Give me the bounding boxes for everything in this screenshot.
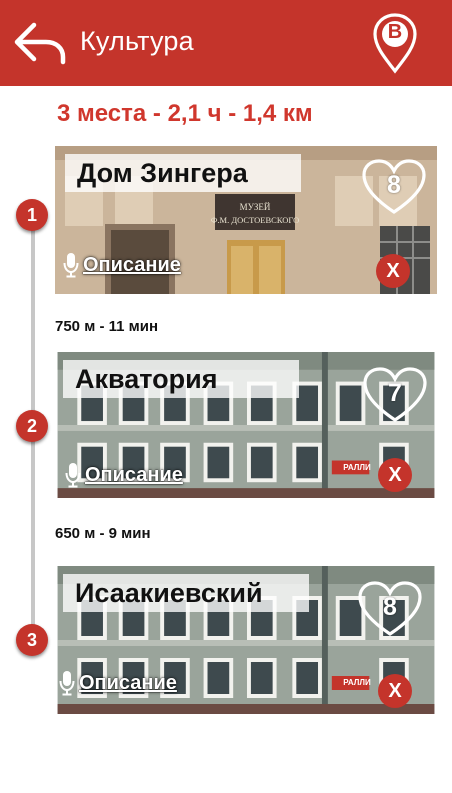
description-label: Описание (85, 463, 183, 486)
route-summary: 3 места - 2,1 ч - 1,4 км (57, 100, 313, 127)
stop-marker-1: 1 (16, 199, 48, 231)
rating-value: 7 (388, 379, 402, 407)
leg-distance-time: 750 м - 11 мин (55, 318, 159, 335)
shop-sign: РАЛЛИ (343, 678, 371, 687)
description-label: Описание (83, 253, 181, 276)
stop-marker-2: 2 (16, 410, 48, 442)
remove-place-button[interactable]: X (378, 674, 412, 708)
description-link[interactable]: Описание (63, 250, 181, 280)
microphone-icon (65, 462, 81, 488)
back-button[interactable] (14, 21, 66, 65)
description-link[interactable]: Описание (65, 460, 183, 490)
place-name: Акватория (63, 360, 299, 398)
stop-marker-3: 3 (16, 624, 48, 656)
rating-badge: 8 (361, 158, 427, 216)
rating-badge: 7 (362, 366, 428, 424)
place-name: Исаакиевский (63, 574, 309, 612)
description-label: Описание (79, 671, 177, 694)
leg-distance-time: 650 м - 9 мин (55, 525, 151, 542)
remove-place-button[interactable]: X (378, 458, 412, 492)
microphone-icon (63, 252, 79, 278)
rating-badge: 8 (357, 580, 423, 638)
page-title: Культура (80, 26, 194, 56)
back-arrow-icon (14, 22, 66, 65)
logo-button[interactable]: B (372, 12, 418, 74)
rating-value: 8 (383, 593, 397, 621)
app-bar: Культура B (0, 0, 452, 86)
museum-sign-line1: МУЗЕЙ (240, 202, 271, 212)
shop-sign: РАЛЛИ (343, 463, 371, 472)
place-card-3[interactable]: РАЛЛИ Исаакиевский 8 Описание X (55, 566, 437, 714)
logo-letter: B (387, 21, 403, 43)
place-name: Дом Зингера (65, 154, 301, 192)
place-card-1[interactable]: МУЗЕЙ Ф.М. ДОСТОЕВСКОГО Дом Зингера 8 Оп… (55, 146, 437, 294)
microphone-icon (59, 670, 75, 696)
description-link[interactable]: Описание (59, 668, 177, 698)
museum-sign-line2: Ф.М. ДОСТОЕВСКОГО (211, 215, 300, 225)
place-card-2[interactable]: РАЛЛИ Акватория 7 Описание X (55, 352, 437, 498)
remove-place-button[interactable]: X (376, 254, 410, 288)
rating-value: 8 (387, 171, 401, 199)
